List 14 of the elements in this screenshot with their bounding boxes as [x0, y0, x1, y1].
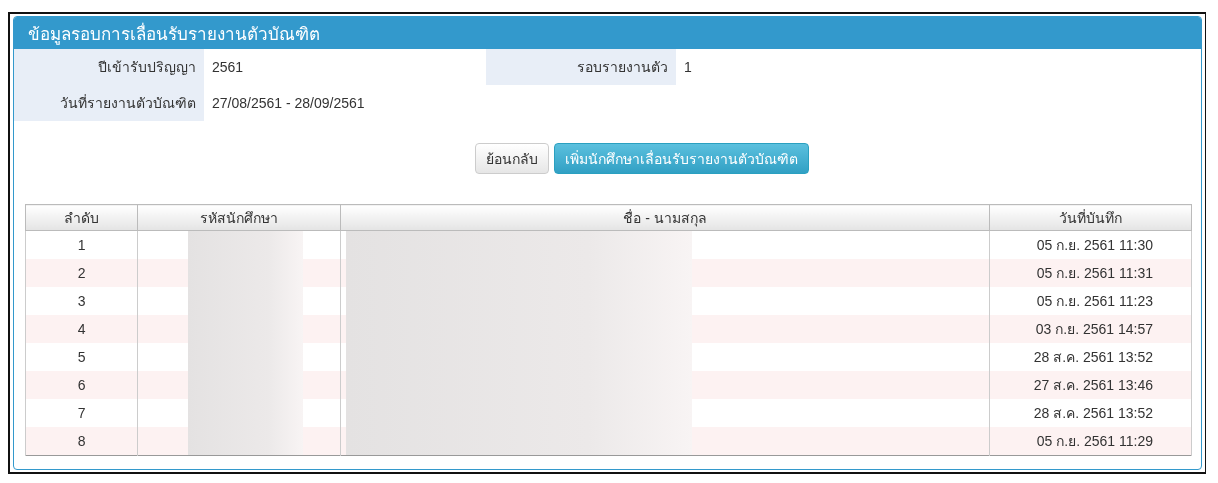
field-label: รอบรายงานตัว: [486, 49, 676, 85]
field-label: ปีเข้ารับปริญญา: [14, 49, 204, 85]
column-header: วันที่บันทึก: [989, 204, 1192, 231]
field-label: วันที่รายงานตัวบัณฑิต: [14, 85, 204, 121]
field-value: 27/08/2561 - 28/09/2561: [211, 94, 366, 113]
table-cell: 05 ก.ย. 2561 11:29: [989, 427, 1192, 456]
column-header: ชื่อ - นามสกุล: [340, 204, 990, 231]
column-header: รหัสนักศึกษา: [137, 204, 341, 231]
column-header: ลำดับ: [25, 204, 138, 231]
field-value: 2561: [211, 58, 245, 77]
field-value: 1: [683, 58, 693, 77]
table-cell: 8: [25, 427, 138, 456]
back-button[interactable]: ย้อนกลับ: [474, 143, 549, 174]
panel-title: ข้อมูลรอบการเลื่อนรับรายงานตัวบัณฑิต: [14, 17, 1201, 49]
